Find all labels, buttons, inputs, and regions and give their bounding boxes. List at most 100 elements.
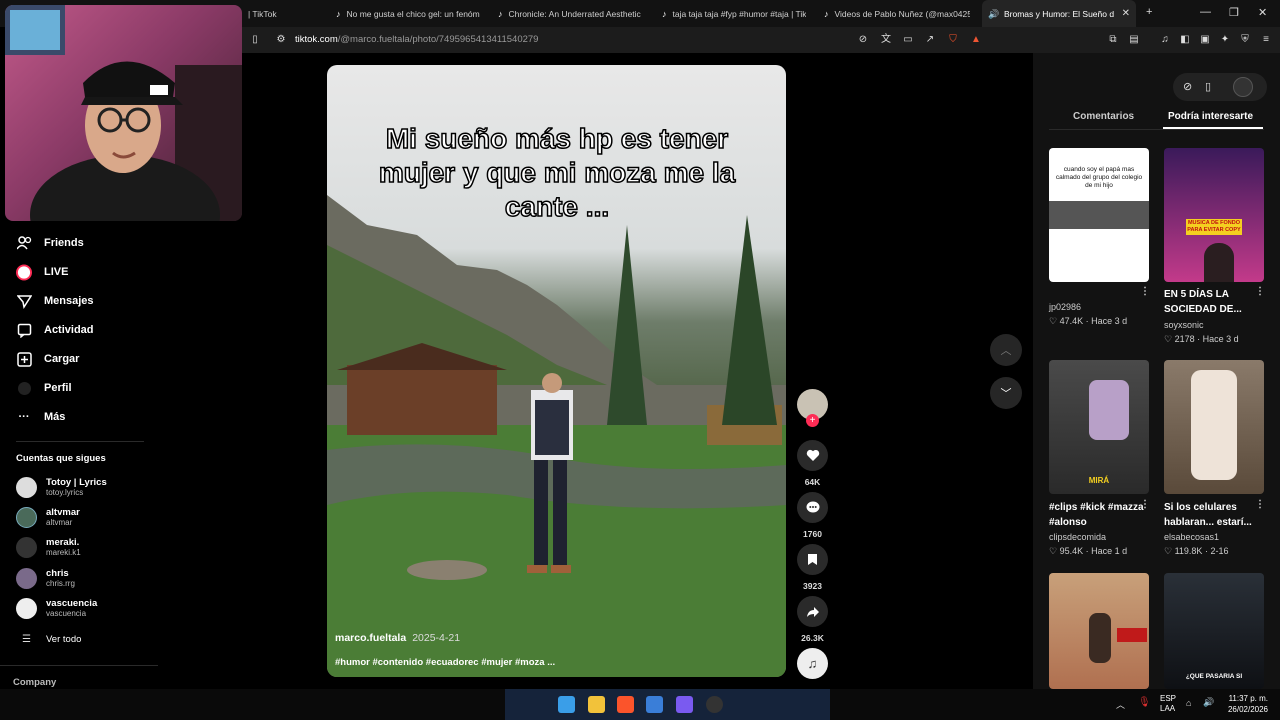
tab-taja[interactable]: ♪ taja taja taja #fyp #humor #taja | Tik	[656, 0, 806, 27]
account-item[interactable]: altvmar altvmar	[16, 507, 80, 528]
card-title[interactable]: Si los celulares hablaran... estarí...	[1164, 500, 1264, 530]
nav-label: Cargar	[44, 353, 80, 365]
nav-profile[interactable]: Perfil	[16, 380, 72, 396]
close-tab-icon[interactable]: ✕	[1122, 8, 1130, 19]
account-item[interactable]: meraki. mareki.k1	[16, 537, 81, 558]
new-tab-button[interactable]: +	[1146, 6, 1152, 18]
webcam-overlay	[5, 5, 242, 221]
more-options-icon[interactable]: ⋮	[1255, 286, 1265, 297]
reader-icon[interactable]: ▤	[1128, 34, 1140, 46]
autoplay-icon[interactable]: ⊘	[1183, 80, 1192, 93]
save-button[interactable]: 3923	[797, 544, 828, 591]
follow-plus-icon[interactable]: +	[806, 414, 819, 427]
language-code: ESP	[1160, 694, 1177, 703]
share-icon[interactable]: ↗	[924, 34, 936, 46]
previous-video-button[interactable]: ︿	[990, 334, 1022, 366]
card-meta: ♡ 2178 · Hace 3 d	[1164, 334, 1239, 344]
tab-might-like[interactable]: Podría interesarte	[1168, 111, 1253, 122]
nav-more[interactable]: ··· Más	[16, 409, 66, 425]
leo-ai-icon[interactable]: ✦	[1219, 34, 1231, 46]
discord-icon[interactable]	[676, 696, 693, 713]
brave-rewards-icon[interactable]: ▲	[970, 34, 982, 46]
device-icon[interactable]: ▯	[1205, 80, 1211, 93]
network-icon[interactable]: ⌂	[1186, 698, 1191, 708]
nav-live[interactable]: LIVE	[16, 264, 68, 280]
card-time: Hace 3 d	[1202, 334, 1239, 344]
card-username[interactable]: clipsdecomida	[1049, 532, 1106, 542]
microphone-icon[interactable]: 🎙	[1138, 697, 1151, 708]
nav-friends[interactable]: Friends	[16, 235, 84, 251]
video-player[interactable]: Mi sueño más hp es tener mujer y que mi …	[327, 65, 786, 677]
card-title[interactable]: #clips #kick #mazza #alonso	[1049, 500, 1149, 530]
minimize-button[interactable]: —	[1200, 6, 1211, 18]
menu-icon[interactable]: ≡	[1260, 34, 1272, 46]
video-thumbnail[interactable]	[1164, 360, 1264, 494]
wallet-icon[interactable]: ▣	[1199, 34, 1211, 46]
card-username[interactable]: jp02986	[1049, 302, 1081, 312]
extensions-icon[interactable]: ⧉	[1107, 34, 1119, 46]
thumbnail-text: MIRÁ	[1088, 476, 1110, 485]
card-title[interactable]: EN 5 DÍAS LA SOCIEDAD DE...	[1164, 287, 1264, 317]
nav-upload[interactable]: Cargar	[16, 351, 79, 367]
company-link[interactable]: Company	[13, 677, 56, 688]
vpn-icon[interactable]: ⛨	[1239, 34, 1251, 46]
music-icon[interactable]: ♫	[1159, 34, 1171, 46]
tray-chevron-icon[interactable]: ︿	[1116, 698, 1125, 711]
avatar[interactable]	[1233, 77, 1253, 97]
card-username[interactable]: elsabecosas1	[1164, 532, 1219, 542]
maximize-button[interactable]: ❐	[1229, 6, 1239, 19]
site-settings-icon[interactable]: ⚙	[275, 34, 287, 46]
tab-chico-gel[interactable]: ♪ No me gusta el chico gel: un fenóm	[330, 0, 480, 27]
tiktok-icon: ♪	[824, 8, 829, 19]
creator-avatar-button[interactable]: +	[797, 389, 828, 427]
translate-icon[interactable]: 文	[880, 34, 892, 46]
tab-bromas-humor[interactable]: 🔊 Bromas y Humor: El Sueño d ✕	[982, 0, 1136, 27]
tab-chronicle[interactable]: ♪ Chronicle: An Underrated Aesthetic	[492, 0, 642, 27]
account-item[interactable]: Totoy | Lyrics totoy.lyrics	[16, 477, 107, 498]
chevron-down-icon: ﹀	[1000, 388, 1012, 400]
card-username[interactable]: soyxsonic	[1164, 320, 1204, 330]
volume-icon[interactable]: 🔊	[1203, 697, 1214, 708]
share-button[interactable]: 26.3K	[797, 596, 828, 643]
brave-shield-icon[interactable]: ⛉	[947, 34, 959, 46]
more-options-icon[interactable]: ⋮	[1140, 499, 1150, 510]
tab-label: No me gusta el chico gel: un fenóm	[346, 8, 480, 19]
cast-icon[interactable]: ▭	[902, 34, 914, 46]
obs-icon[interactable]	[706, 696, 723, 713]
comment-button[interactable]: 1760	[797, 492, 828, 539]
windows-start-icon[interactable]	[558, 696, 575, 713]
store-icon[interactable]	[646, 696, 663, 713]
translate-off-icon[interactable]: ⊘	[857, 34, 869, 46]
more-options-icon[interactable]: ⋮	[1255, 499, 1265, 510]
close-window-button[interactable]: ✕	[1258, 6, 1267, 19]
next-video-button[interactable]: ﹀	[990, 377, 1022, 409]
sound-button[interactable]: ♫	[797, 648, 828, 679]
video-thumbnail[interactable]: MUSICA DE FONDO PARA EVITAR COPY	[1164, 148, 1264, 282]
account-item[interactable]: chris chris.rrg	[16, 568, 75, 589]
see-all-button[interactable]: ☰ Ver todo	[16, 634, 81, 645]
video-thumbnail[interactable]	[1049, 573, 1149, 689]
url-field[interactable]: tiktok.com/@marco.fueltala/photo/7495965…	[295, 34, 538, 45]
nav-activity[interactable]: Actividad	[16, 322, 94, 338]
sidebar-toggle-icon[interactable]: ◧	[1179, 34, 1191, 46]
brave-browser-icon[interactable]	[617, 696, 634, 713]
bookmark-icon	[797, 544, 828, 575]
tab-tiktok[interactable]: | TikTok	[242, 0, 322, 27]
bookmark-icon[interactable]: ▯	[249, 34, 261, 46]
video-thumbnail[interactable]: cuando soy el papá mas calmado del grupo…	[1049, 148, 1149, 282]
language-indicator[interactable]: ESP LAA	[1160, 694, 1176, 714]
video-author[interactable]: marco.fueltala 2025-4-21	[335, 632, 460, 644]
nav-label: LIVE	[44, 266, 69, 278]
like-button[interactable]: 64K	[797, 440, 828, 487]
video-thumbnail[interactable]: ¿QUE PASARIA SI	[1164, 573, 1264, 689]
nav-label: Friends	[44, 237, 84, 249]
video-description[interactable]: #humor #contenido #ecuadorec #mujer #moz…	[335, 657, 555, 668]
file-explorer-icon[interactable]	[588, 696, 605, 713]
tab-comments[interactable]: Comentarios	[1073, 111, 1134, 122]
more-options-icon[interactable]: ⋮	[1140, 286, 1150, 297]
account-item[interactable]: vascuencia vascuencia	[16, 598, 97, 619]
video-thumbnail[interactable]: MIRÁ	[1049, 360, 1149, 494]
nav-messages[interactable]: Mensajes	[16, 293, 94, 309]
clock[interactable]: 11:37 p. m. 26/02/2026	[1222, 693, 1268, 715]
tab-pablo-nunez[interactable]: ♪ Videos de Pablo Nuñez (@max0425	[818, 0, 970, 27]
